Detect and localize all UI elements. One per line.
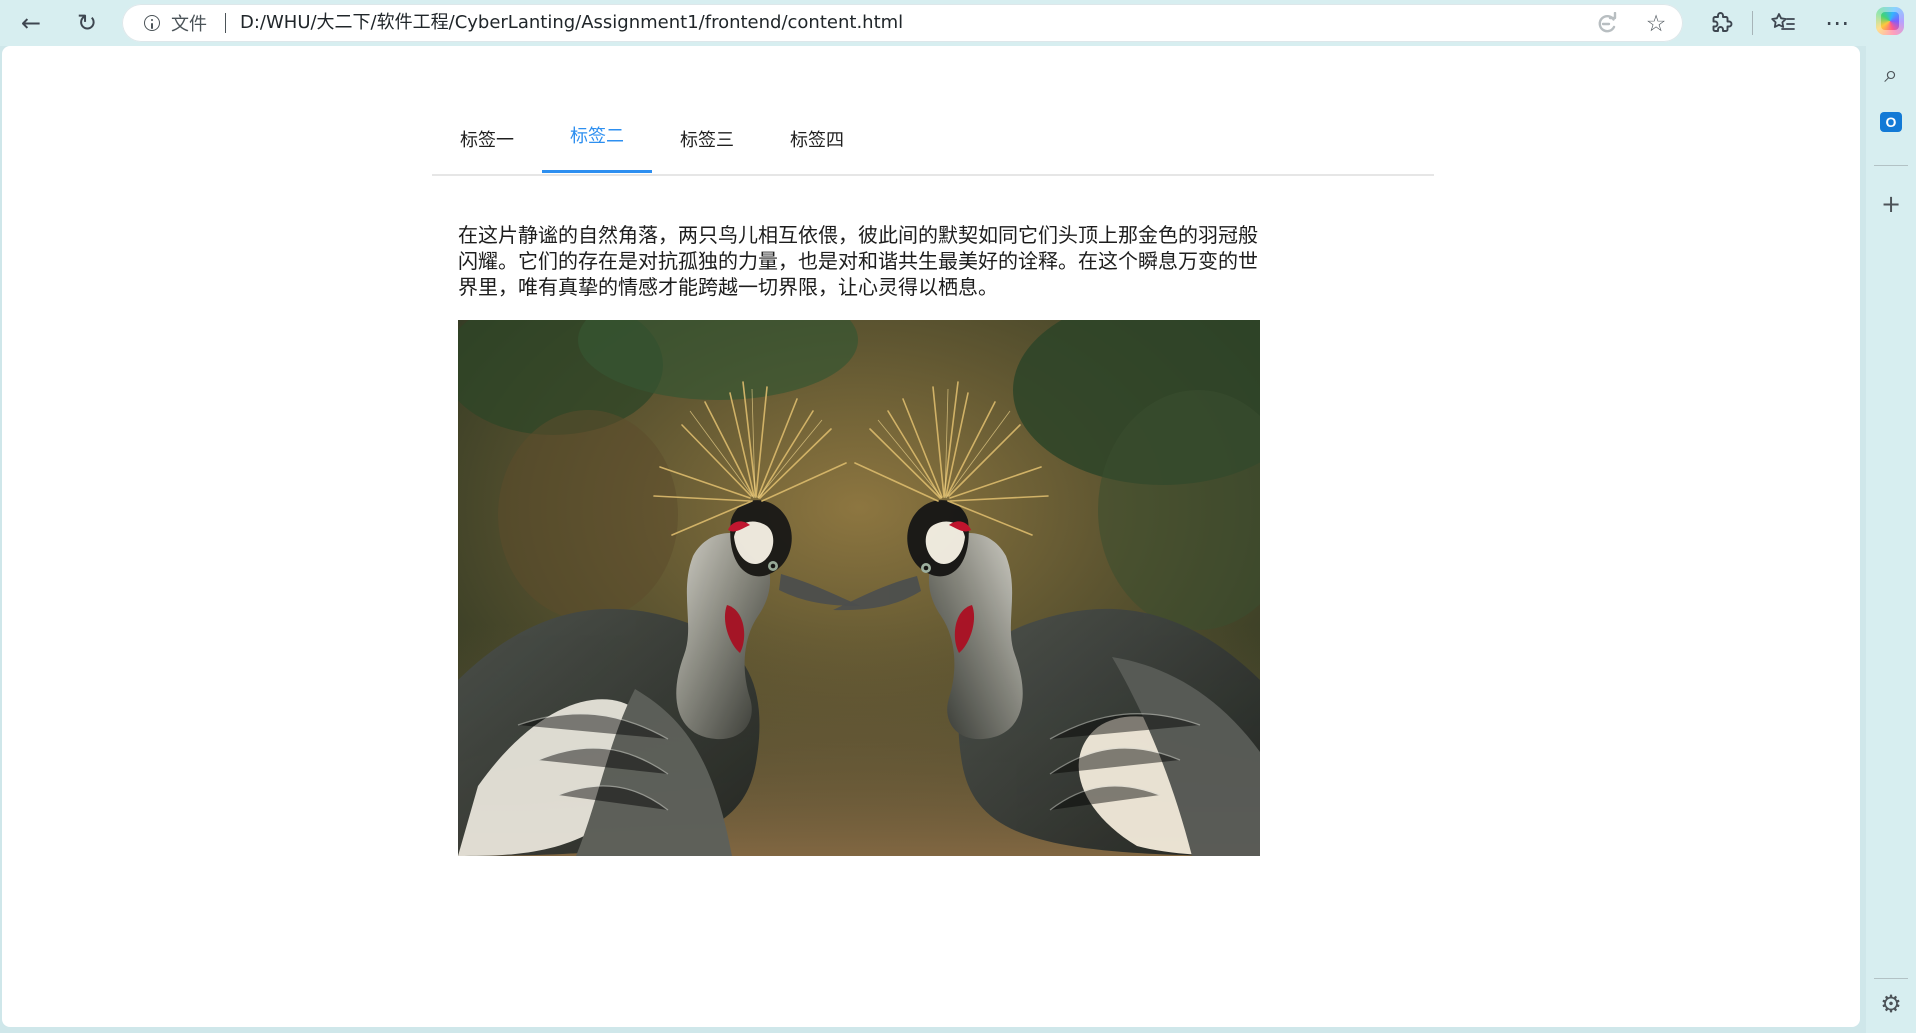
url-text[interactable]: D:/WHU/大二下/软件工程/CyberLanting/Assignment1…	[240, 11, 903, 35]
toolbar-divider	[1752, 11, 1753, 35]
more-icon[interactable]: ⋯	[1820, 6, 1854, 40]
favorite-star-icon[interactable]: ☆	[1642, 10, 1670, 38]
tab-four[interactable]: 标签四	[762, 104, 872, 174]
site-info-label: 文件	[171, 14, 207, 35]
outlook-icon[interactable]: O	[1880, 112, 1902, 132]
sidebar-divider	[1874, 165, 1908, 166]
tab-one[interactable]: 标签一	[432, 104, 542, 174]
crowned-cranes-image	[458, 320, 1260, 856]
settings-icon[interactable]: ⚙	[1878, 991, 1904, 1017]
tab-bar: 标签一 标签二 标签三 标签四	[432, 104, 1434, 176]
extensions-icon[interactable]	[1704, 6, 1738, 40]
back-arrow-icon[interactable]: ←	[14, 6, 48, 40]
sidebar-divider	[1874, 978, 1908, 979]
content-paragraph: 在这片静谧的自然角落，两只鸟儿相互依偎，彼此间的默契如同它们头顶上那金色的羽冠般…	[458, 223, 1258, 299]
add-icon[interactable]: +	[1878, 191, 1904, 217]
info-icon	[144, 15, 160, 31]
browser-sidebar: ⌕ O + ⚙	[1866, 46, 1916, 1033]
refresh-icon[interactable]: ↻	[70, 6, 104, 40]
browser-toolbar: ← ↻ 文件 D:/WHU/大二下/软件工程/CyberLanting/Assi…	[0, 0, 1916, 46]
address-separator	[225, 13, 226, 33]
read-aloud-icon[interactable]	[1593, 10, 1621, 38]
search-icon[interactable]: ⌕	[1878, 61, 1904, 87]
favorites-icon[interactable]	[1766, 6, 1800, 40]
tab-two[interactable]: 标签二	[542, 100, 652, 173]
web-page: 标签一 标签二 标签三 标签四 在这片静谧的自然角落，两只鸟儿相互依偎，彼此间的…	[2, 46, 1860, 1027]
browser-window: ← ↻ 文件 D:/WHU/大二下/软件工程/CyberLanting/Assi…	[0, 0, 1916, 1033]
copilot-icon[interactable]	[1876, 7, 1904, 35]
site-info[interactable]: 文件	[144, 12, 243, 35]
address-bar[interactable]: 文件 D:/WHU/大二下/软件工程/CyberLanting/Assignme…	[122, 4, 1683, 42]
tab-three[interactable]: 标签三	[652, 104, 762, 174]
